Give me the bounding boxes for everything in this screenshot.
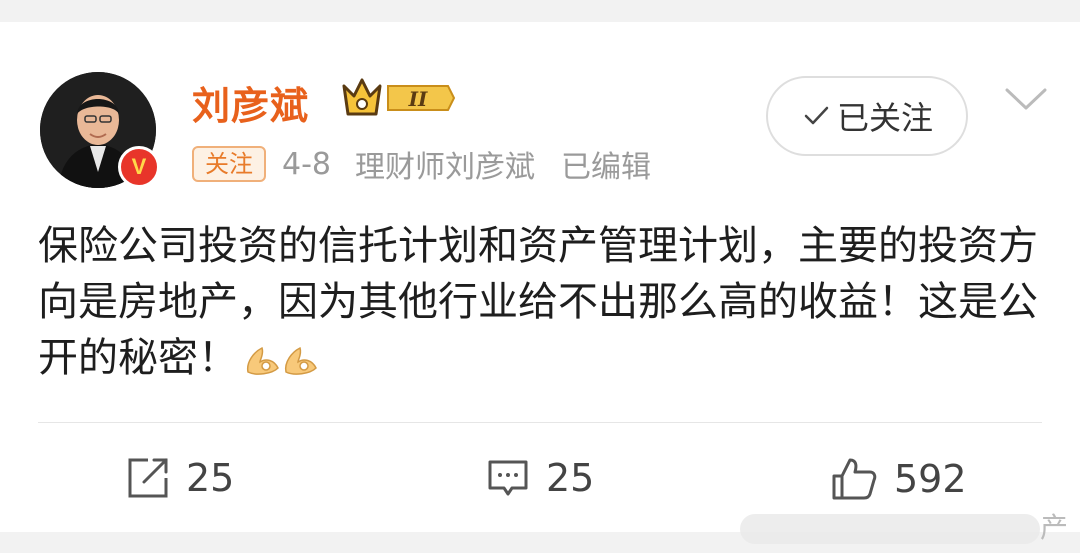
post-text: 保险公司投资的信托计划和资产管理计划，主要的投资方向是房地产，因为其他行业给不出… — [38, 223, 1038, 381]
share-icon — [128, 458, 168, 498]
post-meta: 关注 4-8 理财师刘彦斌 已编辑 — [192, 142, 651, 186]
username[interactable]: 刘彦斌 — [192, 75, 309, 130]
comment-icon — [488, 460, 528, 496]
verified-badge: V — [118, 146, 160, 188]
member-level-badge: II — [340, 76, 456, 124]
post-source[interactable]: 理财师刘彦斌 — [355, 142, 535, 186]
level-text: II — [408, 87, 428, 111]
followed-label: 已关注 — [836, 99, 933, 137]
repost-count: 25 — [186, 456, 235, 500]
ok-hand-emoji — [244, 342, 320, 378]
crown-icon: II — [342, 78, 456, 116]
chevron-down-icon[interactable] — [1004, 86, 1048, 116]
thumbs-up-icon — [832, 458, 877, 500]
watermark-bar — [740, 514, 1040, 544]
post-body: 保险公司投资的信托计划和资产管理计划，主要的投资方向是房地产，因为其他行业给不出… — [38, 218, 1048, 386]
repost-button[interactable]: 25 — [126, 456, 234, 500]
comment-button[interactable]: 25 — [486, 456, 594, 500]
comment-count: 25 — [546, 456, 595, 500]
follow-tag[interactable]: 关注 — [192, 146, 266, 182]
followed-button[interactable]: 已关注 — [766, 76, 968, 156]
post-date: 4-8 — [282, 146, 331, 182]
post-card: V 刘彦斌 II 关注 4-8 理财师刘彦斌 已编辑 已关注 保险公司投资的信托… — [0, 22, 1080, 532]
like-count: 592 — [894, 457, 967, 501]
check-icon — [801, 101, 831, 131]
divider — [38, 422, 1042, 423]
like-button[interactable]: 592 — [830, 456, 967, 502]
watermark-text: 产 — [1040, 511, 1069, 544]
edited-label: 已编辑 — [561, 150, 651, 185]
